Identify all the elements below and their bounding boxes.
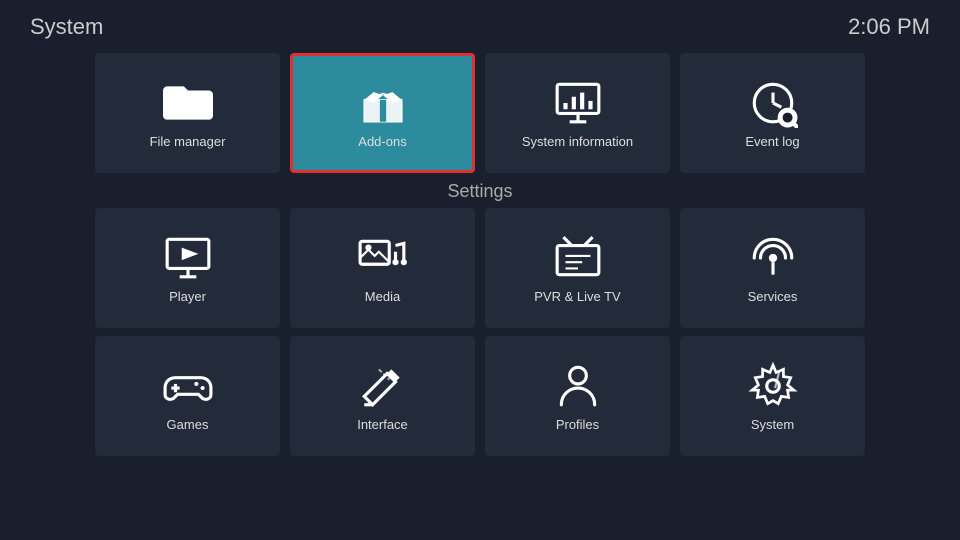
tile-event-log[interactable]: Event log	[680, 53, 865, 173]
page-title: System	[30, 14, 103, 40]
settings-label: Settings	[0, 181, 960, 202]
tile-label-interface: Interface	[357, 417, 408, 432]
tile-file-manager[interactable]: File manager	[95, 53, 280, 173]
tile-label-file-manager: File manager	[150, 134, 226, 149]
tile-label-player: Player	[169, 289, 206, 304]
tile-services[interactable]: Services	[680, 208, 865, 328]
tile-interface[interactable]: Interface	[290, 336, 475, 456]
sysinfo-icon	[553, 78, 603, 128]
tile-system[interactable]: System	[680, 336, 865, 456]
tile-player[interactable]: Player	[95, 208, 280, 328]
top-row: File manager Add-ons	[0, 53, 960, 173]
games-icon	[163, 361, 213, 411]
settings-row-2: Games Interface Profiles Syste	[0, 336, 960, 456]
tile-games[interactable]: Games	[95, 336, 280, 456]
tile-profiles[interactable]: Profiles	[485, 336, 670, 456]
eventlog-icon	[748, 78, 798, 128]
tile-label-games: Games	[167, 417, 209, 432]
tile-add-ons[interactable]: Add-ons	[290, 53, 475, 173]
settings-row-1: Player Media PVR & Live TV	[0, 208, 960, 328]
tile-label-system: System	[751, 417, 794, 432]
tile-label-system-information: System information	[522, 134, 633, 149]
tile-label-services: Services	[748, 289, 798, 304]
services-icon	[748, 233, 798, 283]
addons-icon	[358, 78, 408, 128]
media-icon	[358, 233, 408, 283]
tile-label-profiles: Profiles	[556, 417, 599, 432]
profiles-icon	[553, 361, 603, 411]
tile-label-pvr: PVR & Live TV	[534, 289, 620, 304]
folder-icon	[163, 78, 213, 128]
tile-system-information[interactable]: System information	[485, 53, 670, 173]
tile-label-add-ons: Add-ons	[358, 134, 406, 149]
pvr-icon	[553, 233, 603, 283]
tile-label-media: Media	[365, 289, 400, 304]
header: System 2:06 PM	[0, 0, 960, 48]
tile-media[interactable]: Media	[290, 208, 475, 328]
tile-pvr[interactable]: PVR & Live TV	[485, 208, 670, 328]
interface-icon	[358, 361, 408, 411]
system-icon	[748, 361, 798, 411]
tile-label-event-log: Event log	[745, 134, 799, 149]
clock: 2:06 PM	[848, 14, 930, 40]
player-icon	[163, 233, 213, 283]
